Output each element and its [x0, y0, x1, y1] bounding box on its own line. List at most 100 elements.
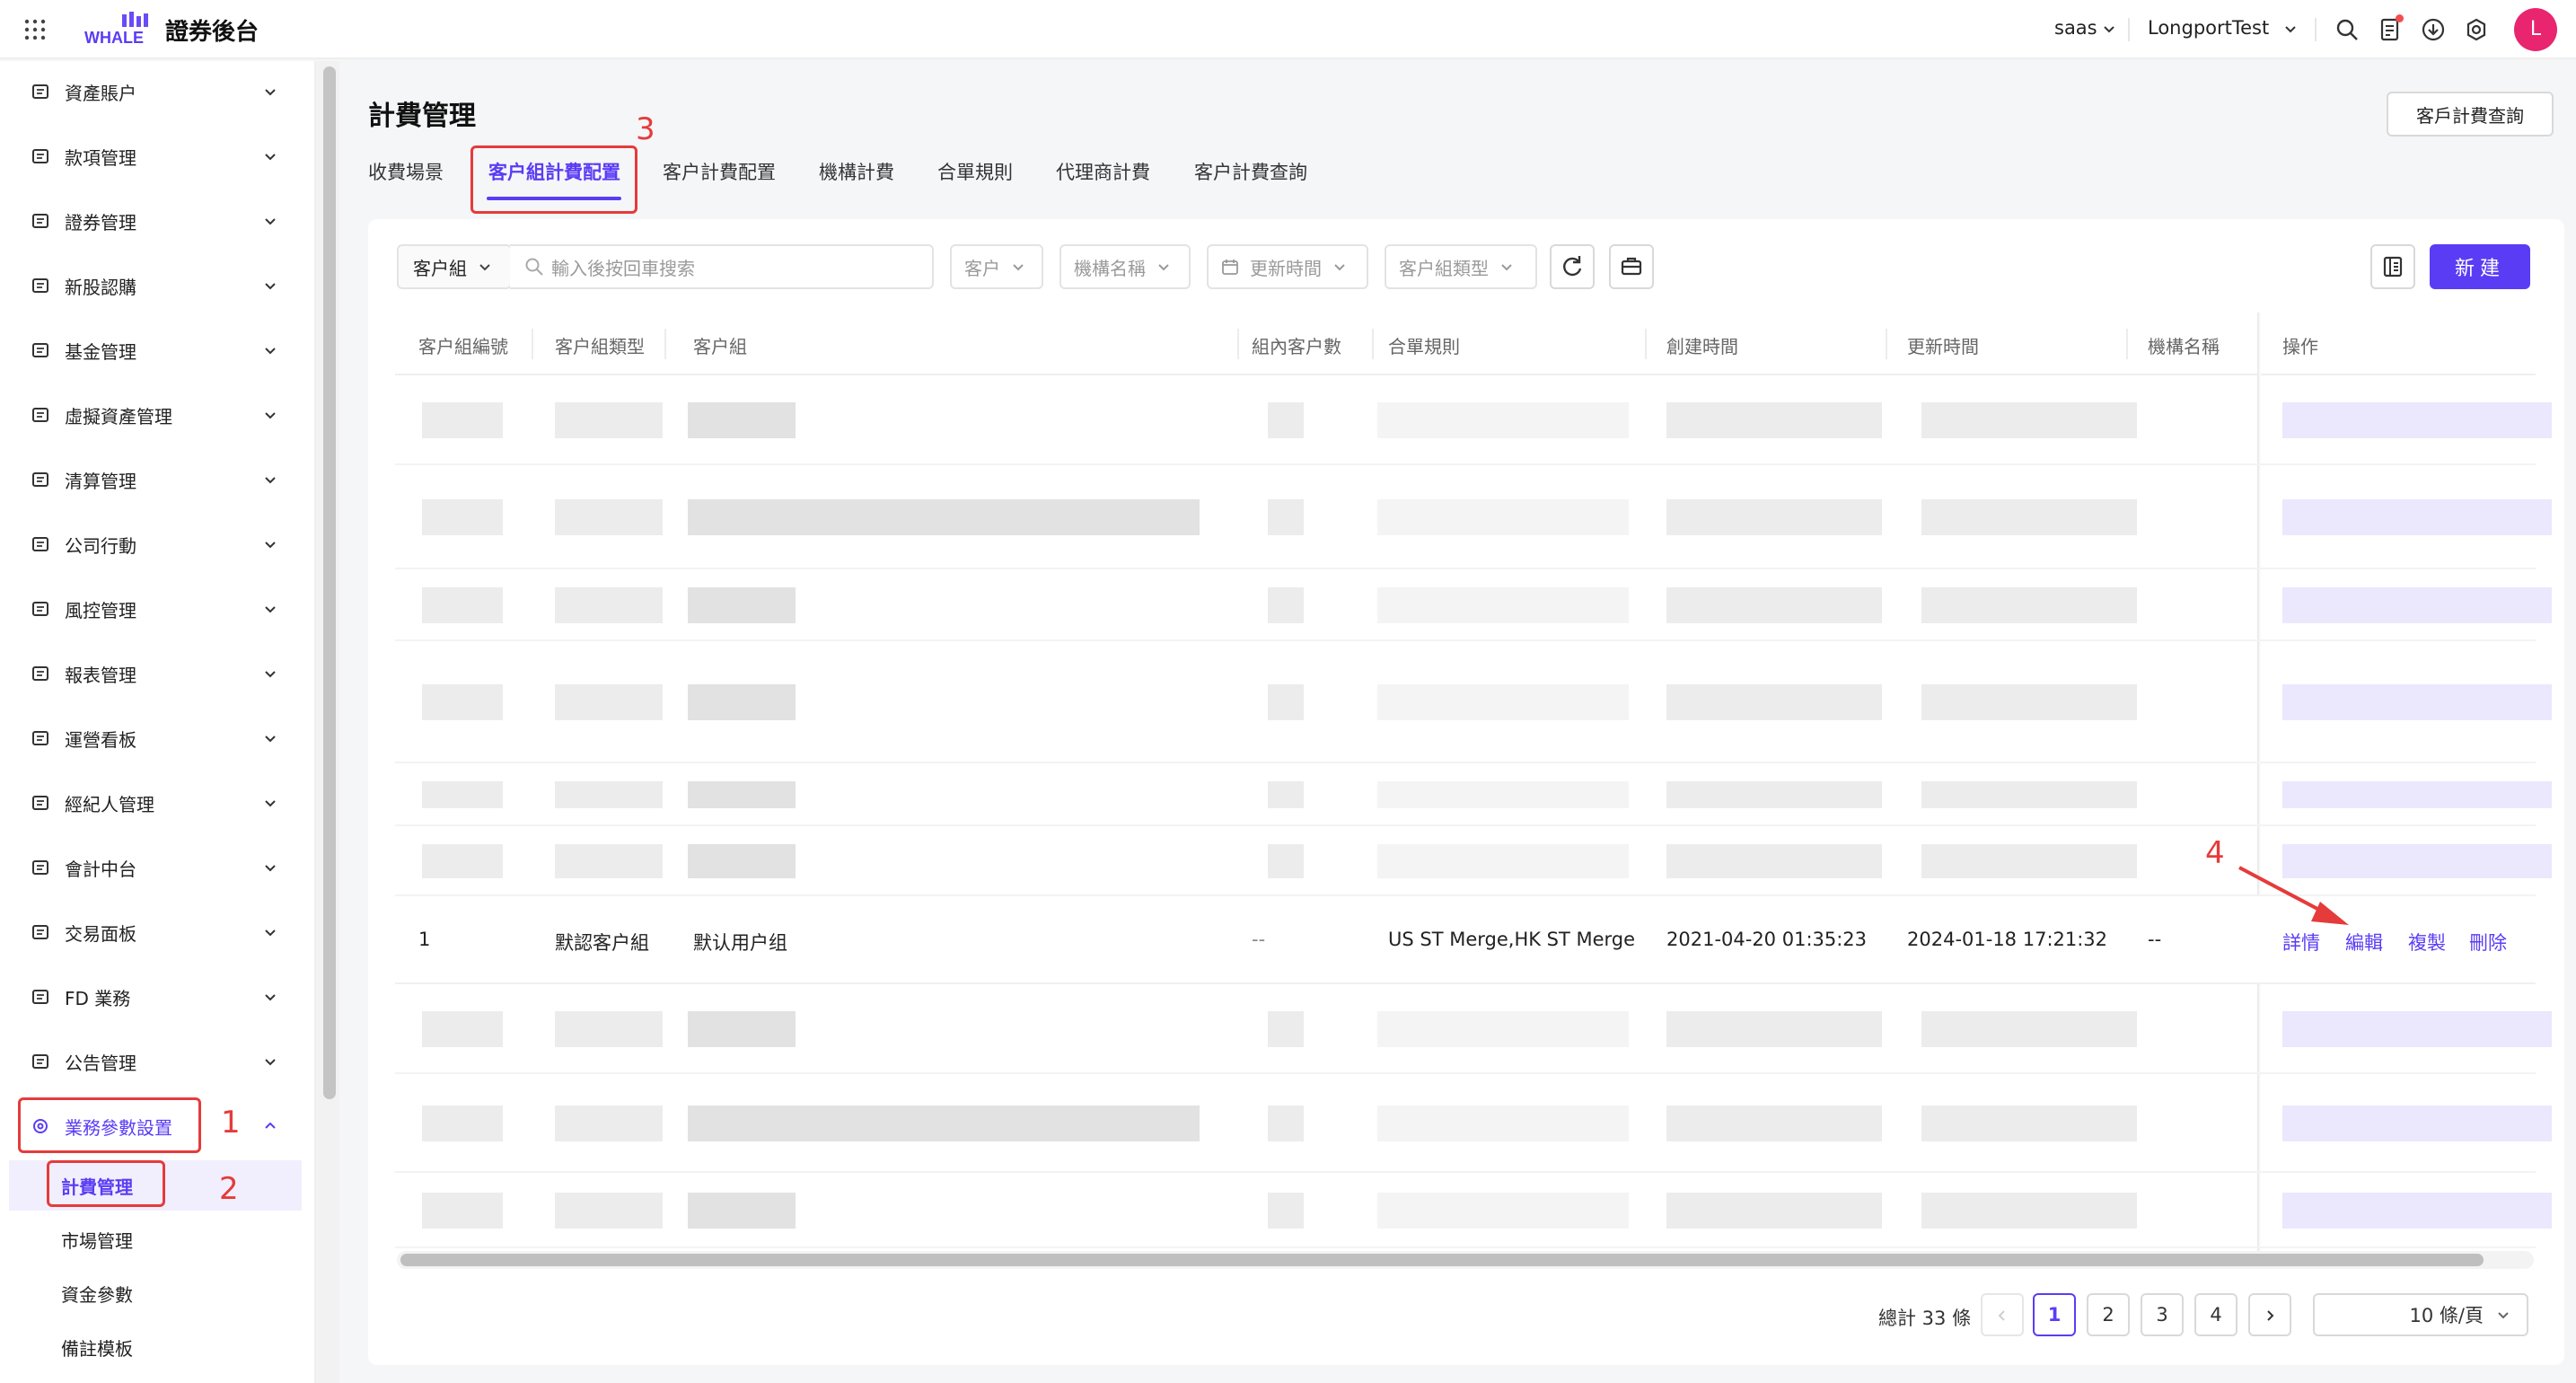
- grid-icon: [31, 922, 50, 942]
- customer-fee-query-button[interactable]: 客戶計費查詢: [2387, 92, 2554, 137]
- page-button[interactable]: 2: [2087, 1293, 2130, 1336]
- next-page-button[interactable]: [2248, 1293, 2291, 1336]
- sidebar-item[interactable]: 經紀人管理: [16, 776, 302, 830]
- org-select[interactable]: LongportTest: [2148, 17, 2297, 39]
- obscured-cell: [2282, 1193, 2552, 1229]
- page-button[interactable]: 3: [2141, 1293, 2184, 1336]
- tab-fee-scene[interactable]: 收費場景: [368, 158, 444, 185]
- sidebar-item[interactable]: 報表管理: [16, 647, 302, 700]
- obscured-cell: [422, 1106, 503, 1141]
- new-button[interactable]: 新建: [2430, 244, 2530, 289]
- search-input[interactable]: 輸入後按回車搜索: [510, 244, 934, 289]
- sidebar-item-label: 會計中台: [65, 858, 136, 880]
- sidebar-item-label: FD 業務: [65, 987, 131, 1009]
- column-divider: [664, 329, 666, 359]
- group-field-select[interactable]: 客户組: [397, 244, 512, 289]
- calendar-icon: [1222, 260, 1238, 275]
- table-scrollbar-thumb[interactable]: [400, 1254, 2484, 1266]
- update-time-filter[interactable]: 更新時間: [1207, 244, 1368, 289]
- chevron-left-icon: [1998, 1310, 2005, 1321]
- wallet-icon: [31, 82, 50, 101]
- sidebar-item[interactable]: 公司行動: [16, 517, 302, 571]
- sidebar-item[interactable]: FD 業務: [16, 970, 302, 1024]
- sidebar-item[interactable]: 新股認購: [16, 259, 302, 313]
- column-header[interactable]: 創建時間: [1666, 332, 1738, 358]
- sidebar-item[interactable]: 款項管理: [16, 129, 302, 183]
- obscured-cell: [1268, 1106, 1304, 1141]
- sidebar-item[interactable]: 公告管理: [16, 1035, 302, 1088]
- ledger-icon: [31, 146, 50, 166]
- sidebar-item[interactable]: 交易面板: [16, 905, 302, 959]
- cell-updated-time: 2024-01-18 17:21:32: [1907, 929, 2108, 950]
- obscured-cell: [1268, 781, 1304, 808]
- sidebar-item[interactable]: 虛擬資產管理: [16, 388, 302, 442]
- delete-link[interactable]: 刪除: [2469, 929, 2507, 956]
- annotation-box-1: [18, 1097, 201, 1153]
- group-type-filter[interactable]: 客户組類型: [1385, 244, 1537, 289]
- tab-customer-fee-query[interactable]: 客户計費查詢: [1194, 158, 1307, 185]
- column-header[interactable]: 更新時間: [1907, 332, 1979, 358]
- settings-icon[interactable]: [2464, 17, 2489, 42]
- sidebar-item-label: 證券管理: [65, 211, 136, 233]
- ipo-icon: [31, 276, 50, 295]
- obscured-cell: [1377, 402, 1629, 438]
- download-cloud-icon[interactable]: [2421, 17, 2446, 42]
- obscured-cell: [1921, 1193, 2137, 1229]
- sidebar-item[interactable]: 證券管理: [16, 194, 302, 248]
- fund-icon: [31, 340, 50, 360]
- virtual-asset-icon: [31, 405, 50, 425]
- column-header: 操作: [2282, 336, 2318, 357]
- chevron-down-icon: [262, 341, 278, 357]
- refresh-button[interactable]: [1550, 244, 1595, 289]
- obscured-cell: [688, 844, 796, 878]
- column-header[interactable]: 客户組類型: [555, 332, 645, 358]
- obscured-cell: [1268, 499, 1304, 535]
- cell-group-name: 默认用户组: [693, 932, 787, 954]
- copy-link[interactable]: 複製: [2408, 929, 2446, 956]
- cell-institution: --: [2148, 929, 2162, 950]
- apps-grid-icon[interactable]: [23, 18, 47, 41]
- sidebar-item[interactable]: 會計中台: [16, 841, 302, 894]
- env-select[interactable]: saas: [2054, 17, 2115, 39]
- sidebar-subitem[interactable]: 市場管理: [9, 1214, 302, 1264]
- tab-institution-fee[interactable]: 機構計費: [819, 158, 894, 185]
- page-size-select[interactable]: 10 條/頁: [2313, 1293, 2528, 1336]
- search-icon[interactable]: [2334, 17, 2360, 42]
- institution-filter[interactable]: 機構名稱: [1059, 244, 1191, 289]
- column-settings-button[interactable]: [2370, 244, 2415, 289]
- sidebar-item[interactable]: 運營看板: [16, 711, 302, 765]
- cell-group-id: 1: [418, 929, 431, 950]
- obscured-cell: [2282, 1011, 2552, 1047]
- sidebar-item[interactable]: 資產賬户: [16, 65, 302, 119]
- column-header[interactable]: 客户組: [693, 332, 747, 358]
- customer-filter[interactable]: 客户: [950, 244, 1043, 289]
- obscured-cell: [555, 587, 663, 623]
- detail-link[interactable]: 詳情: [2282, 929, 2320, 956]
- sidebar-item[interactable]: 風控管理: [16, 582, 302, 636]
- prev-page-button[interactable]: [1981, 1293, 2024, 1336]
- export-button[interactable]: [1609, 244, 1654, 289]
- column-header[interactable]: 合單規則: [1388, 332, 1460, 358]
- tab-agent-fee[interactable]: 代理商計費: [1056, 158, 1150, 185]
- obscured-cell: [422, 587, 503, 623]
- sidebar-item[interactable]: 清算管理: [16, 453, 302, 507]
- annotation-number-1: 1: [221, 1105, 241, 1141]
- page-button[interactable]: 4: [2194, 1293, 2238, 1336]
- sidebar-item[interactable]: 基金管理: [16, 323, 302, 377]
- column-header[interactable]: 機構名稱: [2148, 332, 2220, 358]
- chevron-down-icon: [2104, 26, 2115, 33]
- obscured-cell: [1377, 684, 1629, 720]
- column-header[interactable]: 客户組編號: [418, 332, 508, 358]
- sidebar-scrollbar-thumb[interactable]: [323, 66, 336, 1099]
- obscured-cell: [1666, 844, 1882, 878]
- page-button[interactable]: 1: [2033, 1293, 2076, 1336]
- tab-merge-rules[interactable]: 合單規則: [937, 158, 1013, 185]
- sidebar-subitem[interactable]: 資金參數: [9, 1268, 302, 1318]
- avatar[interactable]: L: [2514, 8, 2557, 51]
- notification-dot: [2396, 14, 2404, 22]
- edit-link[interactable]: 編輯: [2345, 929, 2383, 956]
- sidebar-subitem[interactable]: 備註模板: [9, 1322, 302, 1372]
- tab-customer-fee-config[interactable]: 客户計費配置: [663, 158, 776, 185]
- column-header[interactable]: 組內客户數: [1252, 332, 1341, 358]
- chevron-down-icon: [2285, 26, 2296, 33]
